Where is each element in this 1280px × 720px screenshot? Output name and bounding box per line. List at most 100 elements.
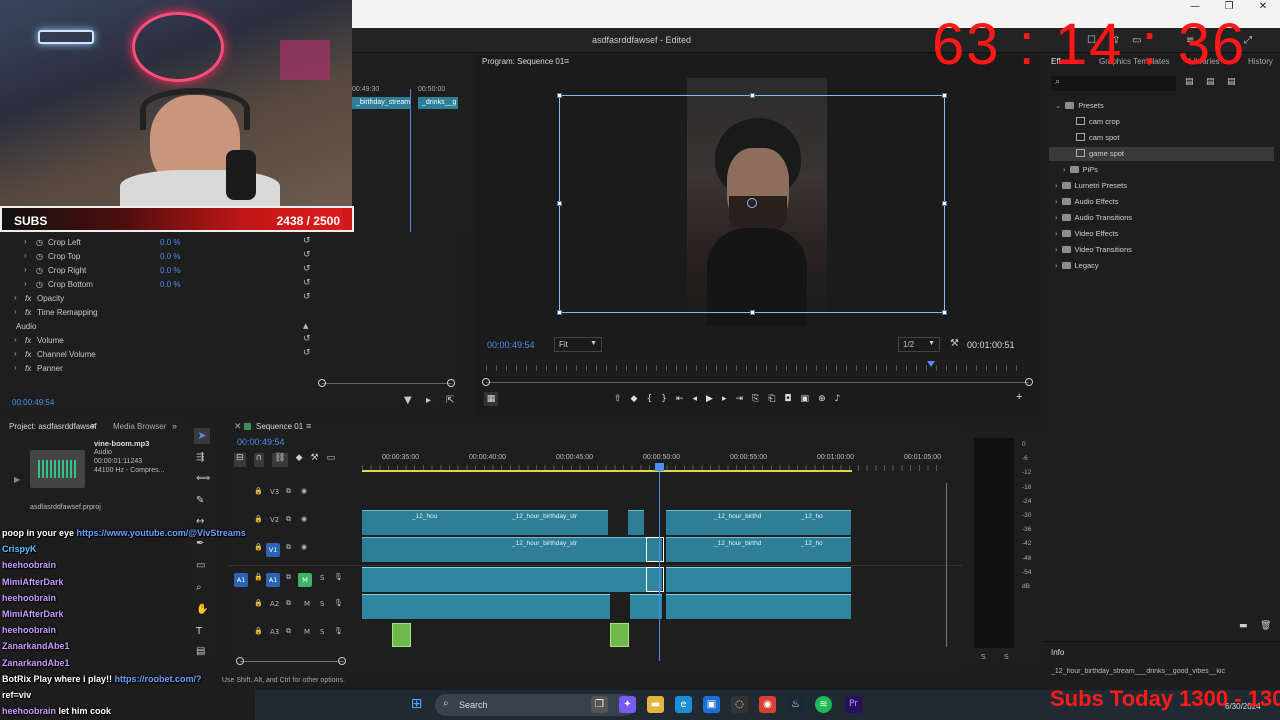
camera-icon[interactable]: ◘ — [784, 394, 791, 404]
trash-icon[interactable]: 🗑 — [1260, 621, 1271, 631]
zoom-scroll-track[interactable] — [322, 383, 452, 384]
reset-icon[interactable]: ↺ — [303, 264, 311, 274]
vr-icon[interactable]: ⊕ — [818, 394, 826, 404]
snap-icon[interactable]: ∩ — [253, 453, 265, 467]
sequence-title[interactable]: Sequence 01 — [256, 422, 303, 431]
transform-handle[interactable] — [750, 93, 755, 98]
32bit-effects-icon[interactable]: ▤ — [1206, 77, 1215, 87]
step-back-icon[interactable]: ◂ — [692, 394, 697, 404]
audio-clip-a2-3[interactable] — [666, 594, 851, 619]
mini-clip-2[interactable]: _drinks__g — [418, 97, 458, 109]
transform-handle[interactable] — [942, 93, 947, 98]
lock-icon[interactable]: 🔒 — [254, 573, 263, 581]
solo-right-button[interactable]: S — [1004, 654, 1009, 661]
chevron-right-icon[interactable]: › — [14, 307, 17, 316]
chat-text[interactable]: https://www.youtube.com/@VivStreams — [77, 528, 246, 538]
mute-a3-button[interactable]: M — [304, 628, 310, 636]
opacity-row[interactable]: › fx Opacity ↺ — [0, 292, 330, 306]
chevron-right-icon[interactable]: › — [14, 335, 17, 344]
premiere-icon[interactable]: Pr — [845, 696, 862, 713]
solo-left-button[interactable]: S — [981, 654, 986, 661]
chevron-right-icon[interactable]: › — [14, 349, 17, 358]
windows-start-icon[interactable]: ⊞ — [408, 696, 425, 713]
zoom-handle-right[interactable] — [1025, 378, 1033, 386]
track-a1-label[interactable]: A1 — [266, 573, 280, 587]
steam-icon[interactable]: ♨ — [787, 696, 804, 713]
close-icon[interactable]: ✕ — [1246, 0, 1280, 14]
mic-icon[interactable]: 🎙 — [334, 573, 343, 581]
chevron-right-icon[interactable]: › — [24, 265, 27, 274]
linked-selection-icon[interactable]: ⛓ — [272, 453, 288, 467]
scroll-handle-right[interactable] — [338, 657, 346, 665]
sync-lock-icon[interactable]: ⧉ — [286, 487, 291, 496]
channel-volume-row[interactable]: › fx Channel Volume ↺ — [0, 348, 330, 362]
work-area-bar[interactable] — [362, 470, 852, 472]
reset-icon[interactable]: ↺ — [303, 292, 311, 302]
insert-sequence-icon[interactable]: ⊟ — [234, 453, 246, 467]
captions-toggle-icon[interactable]: ▭ — [327, 453, 336, 467]
zoom-handle-right[interactable] — [447, 379, 455, 387]
effects-search-input[interactable]: ⌕ — [1051, 76, 1176, 91]
clip-v1-1[interactable]: _12_hour_birthday_str — [362, 537, 662, 562]
transform-bounding-box[interactable] — [557, 93, 947, 315]
tree-legacy[interactable]: › Legacy — [1055, 261, 1099, 270]
track-v1-label[interactable]: V1 — [266, 543, 280, 557]
tree-pips[interactable]: › PiPs — [1063, 165, 1098, 174]
app-icon[interactable]: ◌ — [731, 696, 748, 713]
edge-icon[interactable]: e — [675, 696, 692, 713]
eye-icon[interactable]: ◉ — [301, 487, 307, 495]
clip-v1-2[interactable]: _12_hour_birthd _12_ho — [666, 537, 851, 562]
tree-video-transitions[interactable]: › Video Transitions — [1055, 245, 1132, 254]
lock-icon[interactable]: 🔒 — [254, 543, 263, 551]
sync-lock-icon[interactable]: ⧉ — [286, 599, 291, 608]
timeline-playhead[interactable] — [659, 465, 660, 661]
mark-out-icon[interactable]: } — [661, 394, 667, 404]
crop-bottom-value[interactable]: 0.0 % — [160, 280, 180, 289]
clip-v2-2[interactable] — [628, 510, 644, 535]
crop-right-value[interactable]: 0.0 % — [160, 266, 180, 275]
audio-clip-a2-1[interactable] — [362, 594, 610, 619]
sync-lock-icon[interactable]: ⧉ — [286, 573, 291, 582]
program-zoom-bar[interactable] — [486, 382, 1029, 383]
transform-handle[interactable] — [557, 93, 562, 98]
reset-icon[interactable]: ↺ — [303, 334, 311, 344]
project-title[interactable]: Project: asdfasrddfawsef — [9, 422, 97, 431]
mic-icon[interactable]: 🎙 — [334, 627, 343, 635]
tab-history[interactable]: History — [1248, 57, 1278, 66]
chrome-icon[interactable]: ◉ — [759, 696, 776, 713]
selected-audio-outline[interactable] — [646, 567, 664, 592]
tab-media-browser[interactable]: Media Browser — [113, 422, 166, 431]
timeline-timecode[interactable]: 00:00:49:54 — [237, 437, 285, 447]
selected-clip-outline[interactable] — [646, 537, 664, 562]
stopwatch-icon[interactable]: ◷ — [36, 238, 43, 247]
lock-icon[interactable]: 🔒 — [254, 487, 263, 495]
razor-icon[interactable]: ✎ — [196, 495, 204, 506]
clip-v2-3[interactable]: _12_hour_birthd _12_ho — [666, 510, 851, 535]
mute-a1-button[interactable]: M — [298, 573, 312, 587]
zoom-handle-left[interactable] — [482, 378, 490, 386]
lock-icon[interactable]: 🔒 — [254, 627, 263, 635]
zoom-handle-left[interactable] — [318, 379, 326, 387]
volume-row[interactable]: › fx Volume ↺ — [0, 334, 330, 348]
more-panels-icon[interactable]: » — [172, 421, 177, 431]
tree-audio-transitions[interactable]: › Audio Transitions — [1055, 213, 1132, 222]
slip-icon[interactable]: ↔ — [196, 516, 204, 527]
reset-icon[interactable]: ↺ — [303, 250, 311, 260]
stopwatch-icon[interactable]: ◷ — [36, 280, 43, 289]
stopwatch-icon[interactable]: ◷ — [36, 252, 43, 261]
program-monitor-title[interactable]: Program: Sequence 01 — [482, 57, 564, 66]
effect-controls-timecode[interactable]: 00:00:49:54 — [12, 398, 54, 407]
play-audio-icon[interactable]: ▸ — [426, 395, 431, 406]
track-select-icon[interactable]: ⇶ — [196, 452, 204, 463]
solo-a2-button[interactable]: S — [320, 600, 324, 608]
lift-icon[interactable]: ⇧ — [614, 394, 622, 404]
add-button-icon[interactable]: + — [1016, 391, 1022, 403]
transform-handle[interactable] — [942, 310, 947, 315]
anchor-point-icon[interactable] — [747, 198, 757, 208]
export-icon[interactable]: ⇱ — [446, 395, 454, 406]
playhead-handle[interactable] — [655, 463, 664, 471]
sync-lock-icon[interactable]: ⧉ — [286, 627, 291, 636]
transform-handle[interactable] — [557, 310, 562, 315]
chevron-right-icon[interactable]: › — [24, 251, 27, 260]
eye-icon[interactable]: ◉ — [301, 515, 307, 523]
